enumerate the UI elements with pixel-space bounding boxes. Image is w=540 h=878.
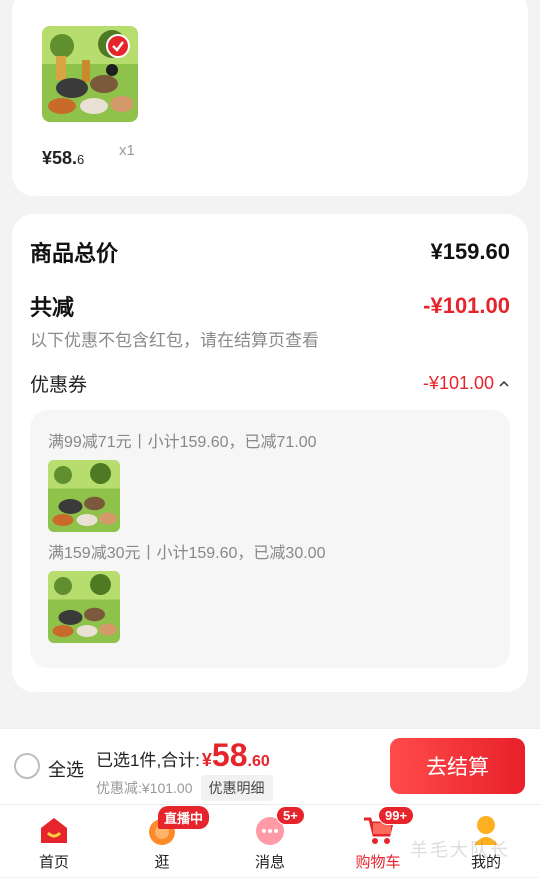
discount-line: 优惠减:¥101.00 优惠明细 [96,775,273,801]
total-currency: ¥ [201,750,212,770]
total-row: 商品总价 ¥159.60 [30,236,510,268]
tab-home[interactable]: 首页 [0,805,108,878]
home-icon [37,813,71,847]
tab-label-messages: 消息 [254,854,285,871]
price-summary-card: 商品总价 ¥159.60 共减 -¥101.00 以下优惠不包含红包，请在结算页… [12,214,528,692]
product-card: ¥ 58. 6 x1 [12,0,528,196]
product-price: ¥ 58. 6 [42,148,84,169]
live-badge: 直播中 [158,806,210,829]
coupon-value-group[interactable]: -¥101.00 [423,373,510,394]
message-count-badge: 5+ [276,806,305,825]
coupon-line-1: 满99减71元丨小计159.60，已减71.00 [48,434,317,451]
coupon-row[interactable]: 优惠券 -¥101.00 [30,370,510,397]
coupon-product-image-1[interactable] [48,460,120,532]
reduce-value: -¥101.00 [423,293,510,318]
discount-text: 优惠减:¥101.00 [96,780,193,796]
coupon-label: 优惠券 [30,375,88,396]
tab-label-cart: 购物车 [355,854,401,871]
watermark: 羊毛大队长 [410,840,510,860]
select-all-radio[interactable] [14,753,40,779]
tab-label-browse: 逛 [154,854,170,871]
coupon-product-image-2[interactable] [48,571,120,643]
cart-count-badge: 99+ [378,806,415,825]
coupon-value: -¥101.00 [422,373,494,393]
checkout-button[interactable]: 去结算 [390,738,525,794]
discount-note: 以下优惠不包含红包，请在结算页查看 [30,331,319,350]
coupon-detail-box: 满99减71元丨小计159.60，已减71.00 满159减30元丨小计159.… [30,410,510,668]
total-integer: 58 [211,737,248,773]
total-value: ¥159.60 [430,239,510,264]
chevron-up-icon[interactable] [498,379,510,389]
price-decimal: 6 [77,152,85,167]
price-currency: ¥ [42,148,53,168]
total-label: 商品总价 [30,241,119,266]
product-quantity: x1 [119,142,135,159]
checked-icon[interactable] [106,34,130,58]
reduce-label: 共减 [30,295,75,320]
product-image[interactable] [42,26,138,122]
reduce-row: 共减 -¥101.00 [30,290,510,322]
checkout-bar: 全选 已选1件,合计: ¥ 58 .60 优惠减:¥101.00 优惠明细 去结… [0,728,540,804]
selected-text: 已选1件,合计: [96,751,200,770]
tab-label-home: 首页 [38,854,69,871]
price-integer: 58. [52,148,78,168]
discount-detail-button[interactable]: 优惠明细 [200,775,273,801]
select-all-label[interactable]: 全选 [48,756,84,782]
coupon-line-2: 满159减30元丨小计159.60，已减30.00 [48,545,326,562]
tab-messages[interactable]: 消息 [216,805,324,878]
selected-summary: 已选1件,合计: ¥ 58 .60 [96,737,270,774]
total-decimal: .60 [247,753,270,770]
